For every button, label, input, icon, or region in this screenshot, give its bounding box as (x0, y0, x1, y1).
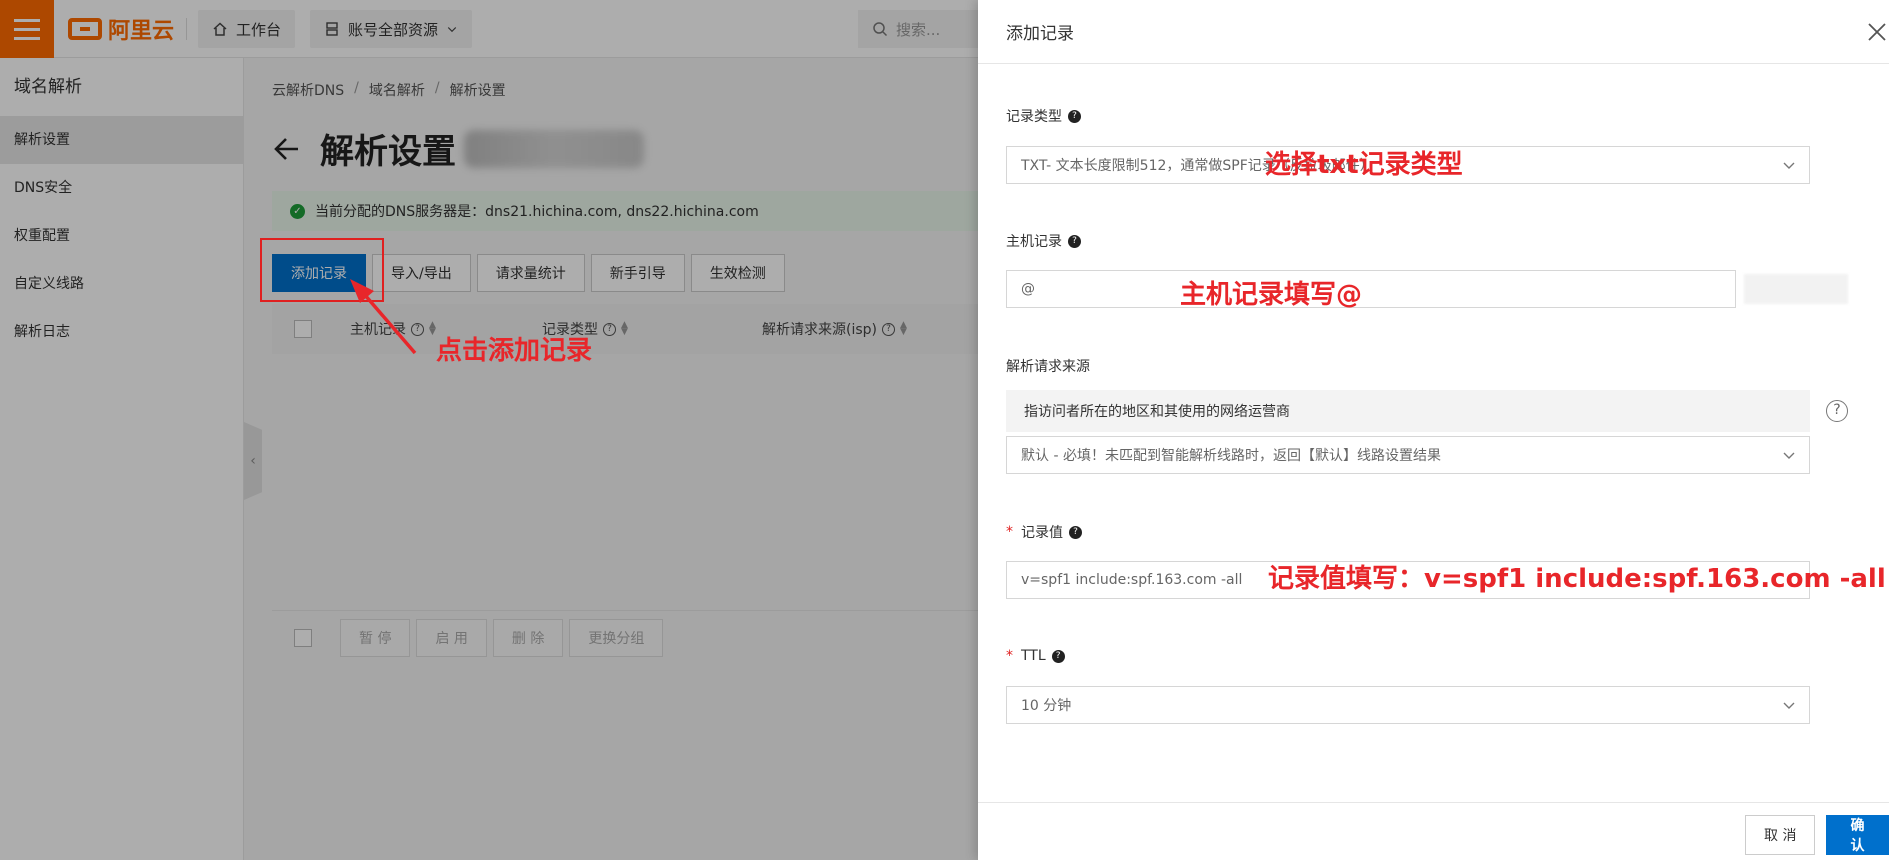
annotation-host-fill: 主机记录填写@ (1180, 280, 1363, 310)
question-icon[interactable]: ? (1826, 400, 1848, 422)
source-line-placeholder: 默认 - 必填！未匹配到智能解析线路时，返回【默认】线路设置结果 (1021, 448, 1441, 464)
source-info-text: 指访问者所在的地区和其使用的网络运营商 (1024, 404, 1290, 420)
annotation-click-add: 点击添加记录 (436, 336, 593, 366)
help-icon[interactable]: ? (1069, 525, 1082, 539)
source-label-text: 解析请求来源 (1006, 359, 1090, 375)
annotation-select-txt: 选择txt记录类型 (1265, 150, 1463, 180)
confirm-button[interactable]: 确 认 (1826, 815, 1889, 855)
chevron-down-icon (1783, 452, 1795, 459)
required-asterisk: * (1006, 524, 1013, 540)
source-info-banner: 指访问者所在的地区和其使用的网络运营商 (1006, 390, 1810, 432)
help-icon[interactable]: ? (1068, 109, 1081, 123)
modal-overlay[interactable] (0, 0, 978, 860)
close-icon[interactable] (1865, 20, 1889, 44)
annotation-value-fill: 记录值填写：v=spf1 include:spf.163.com -all (1268, 564, 1886, 594)
record-value-text: v=spf1 include:spf.163.com -all (1021, 572, 1243, 588)
record-type-label-text: 记录类型 (1006, 109, 1062, 125)
blurred-domain-suffix (1744, 274, 1848, 304)
source-line-select[interactable]: 默认 - 必填！未匹配到智能解析线路时，返回【默认】线路设置结果 (1006, 436, 1810, 474)
cancel-button[interactable]: 取 消 (1745, 815, 1816, 855)
add-record-drawer: 添加记录 记录类型 ? TXT- 文本长度限制512，通常做SPF记录（反垃圾邮… (978, 0, 1889, 860)
record-type-label: 记录类型 ? (1006, 106, 1081, 126)
record-value-label: * 记录值 ? (1006, 522, 1082, 542)
required-asterisk: * (1006, 648, 1013, 664)
drawer-title: 添加记录 (978, 0, 1889, 64)
drawer-footer: 取 消 确 认 (978, 802, 1889, 860)
chevron-down-icon (1783, 702, 1795, 709)
host-record-value: @ (1021, 281, 1035, 297)
source-label: 解析请求来源 (1006, 356, 1090, 376)
ttl-select[interactable]: 10 分钟 (1006, 686, 1810, 724)
host-record-input[interactable]: @ (1006, 270, 1736, 308)
host-record-label-text: 主机记录 (1006, 234, 1062, 250)
help-icon[interactable]: ? (1068, 234, 1081, 248)
host-record-label: 主机记录 ? (1006, 231, 1081, 251)
annotation-arrow-icon (350, 279, 417, 355)
ttl-label-text: TTL (1021, 648, 1046, 664)
ttl-value: 10 分钟 (1021, 698, 1072, 714)
chevron-down-icon (1783, 162, 1795, 169)
help-icon[interactable]: ? (1051, 649, 1065, 663)
record-value-label-text: 记录值 (1021, 525, 1063, 541)
ttl-label: * TTL ? (1006, 648, 1065, 664)
